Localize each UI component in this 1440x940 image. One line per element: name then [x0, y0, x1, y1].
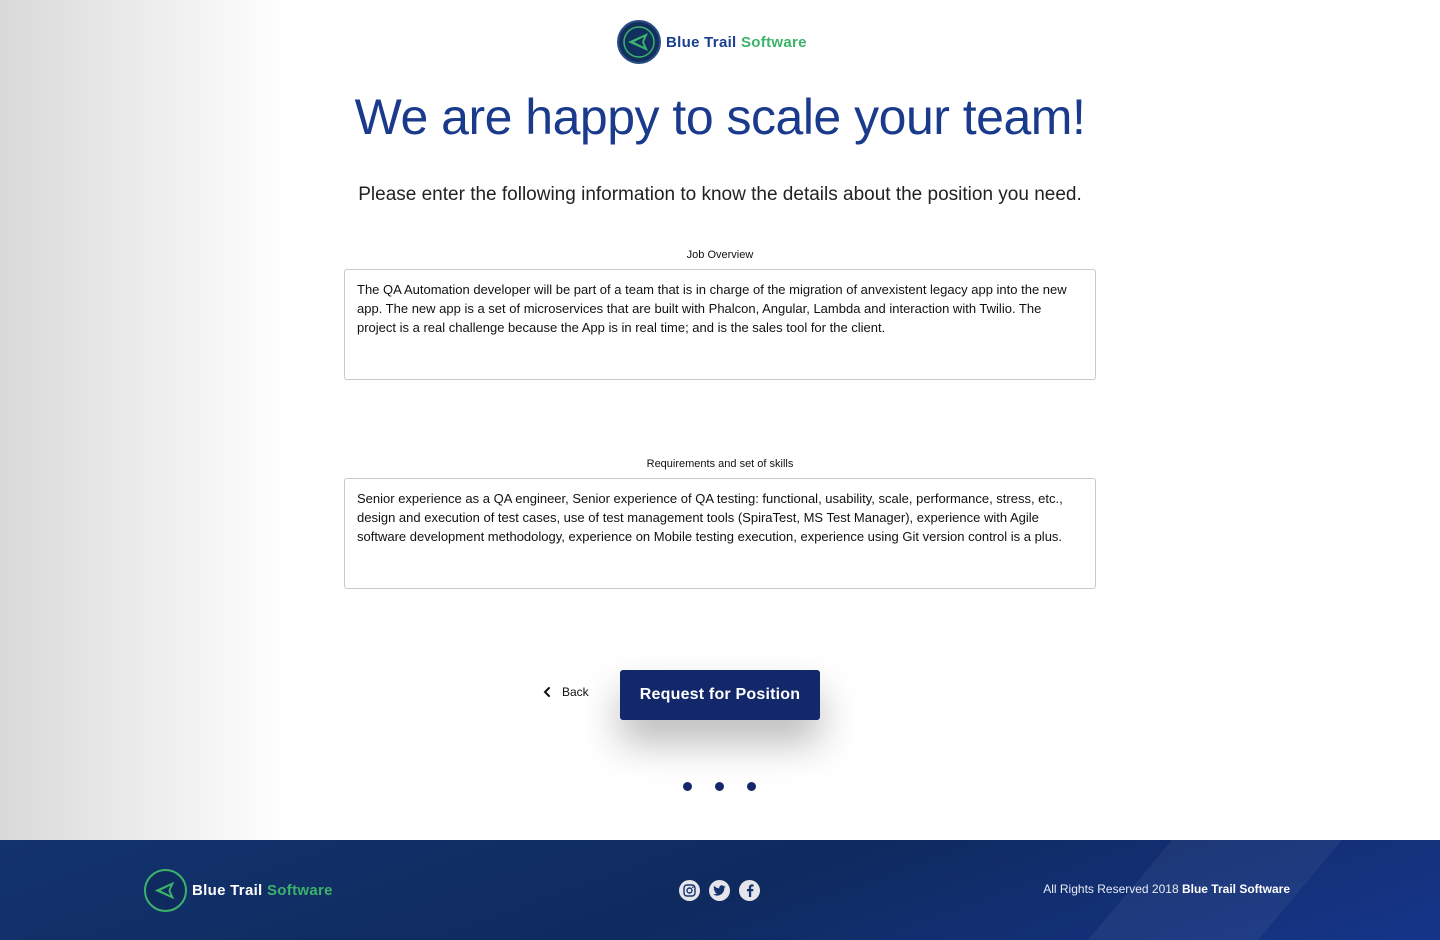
blue-trail-logo-icon	[144, 869, 187, 912]
page-subtitle: Please enter the following information t…	[358, 184, 1082, 205]
blue-trail-logo-icon	[617, 20, 661, 64]
brand-primary: Blue Trail	[666, 33, 737, 51]
brand-name: Blue Trail Software	[666, 34, 807, 51]
footer-brand-name: Blue Trail Software	[192, 882, 333, 899]
brand-secondary: Software	[741, 33, 807, 51]
footer-logo[interactable]: Blue Trail Software	[144, 869, 333, 912]
requirements-label: Requirements and set of skills	[646, 458, 794, 470]
instagram-icon[interactable]	[679, 880, 700, 901]
social-links	[679, 880, 769, 901]
job-overview-label: Job Overview	[686, 249, 754, 261]
back-button-label: Back	[562, 685, 589, 699]
chevron-left-icon	[543, 687, 550, 697]
requirements-textarea[interactable]: Senior experience as a QA engineer, Seni…	[344, 478, 1096, 589]
job-overview-textarea[interactable]: The QA Automation developer will be part…	[344, 269, 1096, 380]
footer-brand-secondary: Software	[267, 882, 333, 899]
main-content: Blue Trail Software We are happy to scal…	[0, 0, 1440, 840]
facebook-icon[interactable]	[739, 880, 760, 901]
copyright-prefix: All Rights Reserved 2018	[1043, 882, 1179, 896]
step-dot[interactable]	[683, 782, 692, 791]
footer: Blue Trail Software All Rights Reserved …	[0, 840, 1440, 940]
step-dot[interactable]	[747, 782, 756, 791]
step-indicator	[683, 782, 779, 791]
copyright-brand: Blue Trail Software	[1181, 882, 1290, 896]
back-button[interactable]: Back	[540, 685, 589, 699]
header-logo[interactable]: Blue Trail Software	[617, 20, 807, 64]
step-dot[interactable]	[715, 782, 724, 791]
copyright-text: All Rights Reserved 2018 Blue Trail Soft…	[1043, 882, 1290, 896]
page-title: We are happy to scale your team!	[354, 89, 1086, 145]
footer-brand-primary: Blue Trail	[192, 882, 263, 899]
twitter-icon[interactable]	[709, 880, 730, 901]
request-for-position-button[interactable]: Request for Position	[620, 670, 820, 720]
